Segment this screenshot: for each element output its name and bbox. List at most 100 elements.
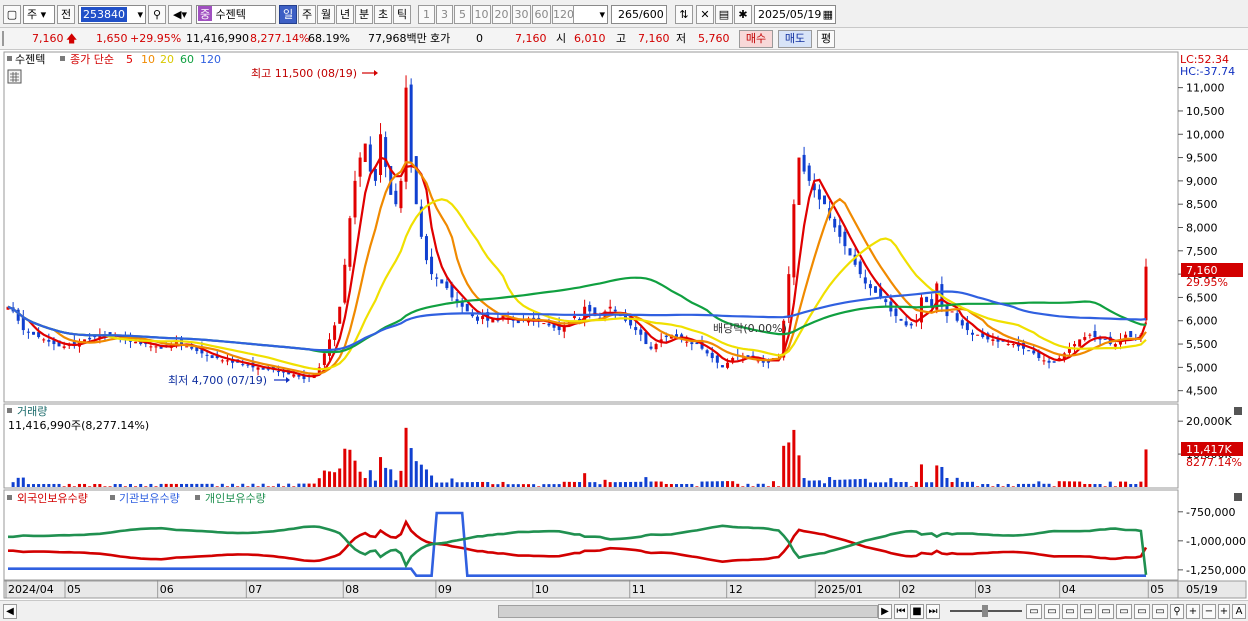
volume-bar[interactable]	[11, 482, 15, 487]
candle-body[interactable]	[654, 344, 658, 350]
volume-bar[interactable]	[761, 483, 765, 487]
volume-bar[interactable]	[62, 486, 66, 487]
volume-bar[interactable]	[680, 484, 684, 487]
volume-bar[interactable]	[863, 478, 867, 487]
volume-bar[interactable]	[1088, 484, 1092, 487]
volume-bar[interactable]	[756, 483, 760, 487]
volume-bar[interactable]	[231, 483, 235, 487]
volume-bar[interactable]	[777, 486, 781, 487]
volume-bar[interactable]	[1129, 484, 1133, 487]
layout-2-icon[interactable]: ▭	[1044, 604, 1060, 619]
candle-body[interactable]	[858, 261, 862, 275]
volume-bar[interactable]	[225, 486, 229, 487]
volume-bar[interactable]	[338, 468, 342, 487]
volume-bar[interactable]	[945, 477, 949, 487]
candle-body[interactable]	[649, 346, 653, 349]
volume-bar[interactable]	[307, 483, 311, 487]
volume-bar[interactable]	[16, 477, 20, 487]
volume-bar[interactable]	[532, 484, 536, 487]
candle-body[interactable]	[991, 339, 995, 341]
interval-button-0[interactable]: 1	[418, 5, 435, 24]
volume-bar[interactable]	[455, 482, 459, 487]
candle-body[interactable]	[1129, 331, 1133, 338]
volume-bar[interactable]	[195, 483, 199, 487]
candle-body[interactable]	[399, 180, 403, 209]
candle-body[interactable]	[333, 325, 337, 340]
candle-body[interactable]	[185, 346, 189, 348]
candle-body[interactable]	[542, 323, 546, 325]
volume-bar[interactable]	[1108, 481, 1112, 487]
volume-bar[interactable]	[659, 481, 663, 487]
volume-bar[interactable]	[710, 481, 714, 487]
volume-bar[interactable]	[261, 483, 265, 487]
volume-bar[interactable]	[552, 484, 556, 487]
volume-bar[interactable]	[1042, 483, 1046, 487]
volume-bar[interactable]	[817, 480, 821, 487]
volume-bar[interactable]	[348, 449, 352, 487]
candle-body[interactable]	[925, 296, 929, 303]
volume-bar[interactable]	[521, 484, 525, 487]
volume-bar[interactable]	[884, 482, 888, 487]
volume-bar[interactable]	[77, 483, 81, 487]
volume-bar[interactable]	[185, 483, 189, 487]
candle-body[interactable]	[414, 156, 418, 205]
volume-bar[interactable]	[991, 486, 995, 487]
volume-bar[interactable]	[603, 479, 607, 487]
volume-bar[interactable]	[475, 482, 479, 487]
candle-body[interactable]	[970, 332, 974, 335]
candle-body[interactable]	[690, 342, 694, 345]
volume-bar[interactable]	[940, 466, 944, 487]
candle-body[interactable]	[424, 236, 428, 261]
volume-bar[interactable]	[200, 483, 204, 487]
prev-button[interactable]: 전	[57, 5, 75, 24]
volume-bar[interactable]	[276, 483, 280, 487]
volume-bar[interactable]	[470, 482, 474, 487]
zoom-in-icon[interactable]: +	[1186, 604, 1200, 619]
volume-bar[interactable]	[802, 478, 806, 487]
candle-body[interactable]	[353, 180, 357, 218]
volume-bar[interactable]	[93, 483, 97, 487]
volume-bar[interactable]	[134, 486, 138, 487]
page-left-icon[interactable]: ⏮	[894, 604, 908, 619]
candle-body[interactable]	[246, 364, 250, 366]
interval-button-3[interactable]: 10	[472, 5, 491, 24]
volume-bar[interactable]	[649, 481, 653, 487]
volume-bar[interactable]	[1057, 481, 1061, 487]
candle-body[interactable]	[1006, 344, 1010, 346]
volume-bar[interactable]	[843, 479, 847, 487]
calendar-icon[interactable]: ▦	[823, 6, 833, 23]
candle-body[interactable]	[965, 322, 969, 331]
volume-bar[interactable]	[909, 486, 913, 487]
candle-body[interactable]	[154, 346, 158, 348]
volume-bar[interactable]	[787, 442, 791, 487]
candle-body[interactable]	[787, 274, 791, 318]
candle-body[interactable]	[440, 279, 444, 284]
candle-body[interactable]	[1042, 360, 1046, 362]
volume-bar[interactable]	[399, 470, 403, 487]
volume-bar[interactable]	[32, 484, 36, 487]
volume-bar[interactable]	[720, 481, 724, 487]
candle-body[interactable]	[327, 339, 331, 356]
volume-bar[interactable]	[83, 483, 87, 487]
candle-body[interactable]	[1083, 337, 1087, 340]
stop-icon[interactable]: ■	[910, 604, 924, 619]
candle-body[interactable]	[32, 331, 36, 335]
volume-bar[interactable]	[547, 484, 551, 487]
candle-body[interactable]	[445, 281, 449, 289]
volume-bar[interactable]	[1001, 486, 1005, 487]
volume-bar[interactable]	[986, 484, 990, 487]
chevron-down-icon[interactable]: ▾	[137, 6, 143, 23]
volume-bar[interactable]	[797, 455, 801, 487]
candle-body[interactable]	[613, 309, 617, 312]
volume-bar[interactable]	[1098, 484, 1102, 487]
candle-body[interactable]	[205, 354, 209, 356]
volume-bar[interactable]	[88, 486, 92, 487]
calculator-icon[interactable]	[7, 69, 22, 84]
candle-body[interactable]	[210, 355, 214, 359]
volume-bar[interactable]	[726, 481, 730, 487]
candle-body[interactable]	[1078, 339, 1082, 347]
volume-bar[interactable]	[654, 481, 658, 487]
volume-bar[interactable]	[695, 486, 699, 487]
volume-bar[interactable]	[1103, 486, 1107, 487]
volume-bar[interactable]	[149, 483, 153, 487]
